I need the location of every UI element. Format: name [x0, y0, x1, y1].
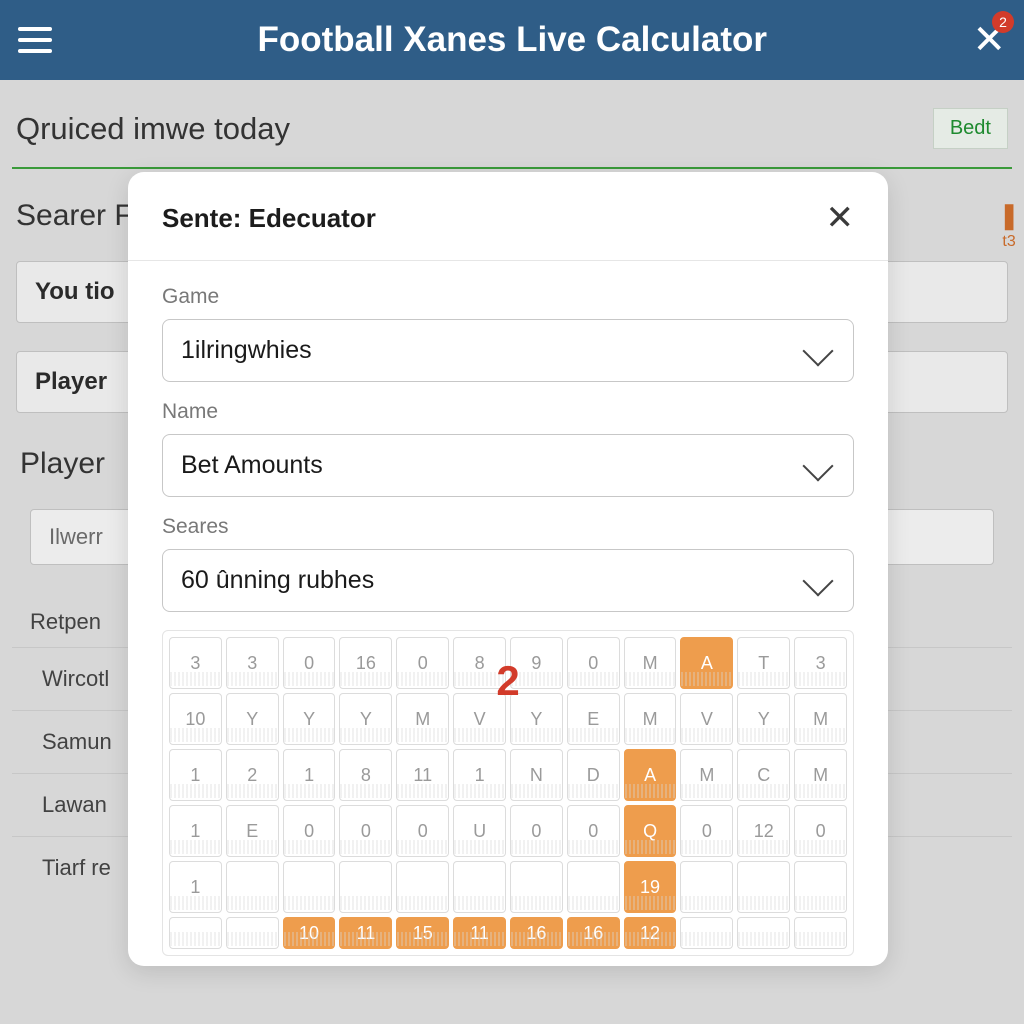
bulb-icon: ❚	[998, 200, 1020, 231]
grid-cell[interactable]	[567, 861, 620, 913]
game-value: 1ilringwhies	[181, 336, 312, 365]
grid-cell[interactable]: 11	[339, 917, 392, 949]
grid-cell[interactable]: 1	[169, 805, 222, 857]
bulb-sub: t3	[998, 233, 1020, 251]
grid-cell[interactable]: 0	[339, 805, 392, 857]
grid-cell[interactable]: M	[680, 749, 733, 801]
grid-cell[interactable]: T	[737, 637, 790, 689]
name-label: Name	[162, 400, 854, 424]
grid-cell[interactable]: D	[567, 749, 620, 801]
chevron-down-icon	[802, 335, 833, 366]
modal-header: Sente: Edecuator ✕	[128, 172, 888, 261]
section-header: Qruiced imwe today Bedt	[12, 80, 1012, 169]
menu-icon[interactable]	[18, 27, 52, 53]
name-select[interactable]: Bet Amounts	[162, 434, 854, 497]
grid-cell[interactable]: 16	[510, 917, 563, 949]
grid-cell[interactable]: Q	[624, 805, 677, 857]
grid-cell[interactable]	[226, 861, 279, 913]
grid-cell[interactable]: Y	[339, 693, 392, 745]
calculator-modal: Sente: Edecuator ✕ Game 1ilringwhies Nam…	[128, 172, 888, 966]
grid-cell[interactable]: A	[680, 637, 733, 689]
grid-cell[interactable]: U	[453, 805, 506, 857]
grid-cell[interactable]: 1	[169, 749, 222, 801]
page-background: Qruiced imwe today Bedt Searer F ❚ t3 Yo…	[0, 80, 1024, 1024]
grid-cell[interactable]: 16	[567, 917, 620, 949]
grid-cell[interactable]: 1	[453, 749, 506, 801]
grid-cell[interactable]: E	[226, 805, 279, 857]
grid-cell[interactable]: E	[567, 693, 620, 745]
grid-cell[interactable]: 0	[510, 805, 563, 857]
grid-cell[interactable]: 15	[396, 917, 449, 949]
grid-cell[interactable]: 0	[567, 637, 620, 689]
grid-cell[interactable]: 12	[624, 917, 677, 949]
grid-cell[interactable]: 10	[283, 917, 336, 949]
grid-cell[interactable]	[680, 917, 733, 949]
grid-cell[interactable]: Y	[226, 693, 279, 745]
big-two-overlay: 2	[496, 657, 519, 705]
grid-cell[interactable]: M	[396, 693, 449, 745]
grid-cell[interactable]	[283, 861, 336, 913]
grid-cell[interactable]: A	[624, 749, 677, 801]
grid-cell[interactable]: 2	[226, 749, 279, 801]
grid-cell[interactable]	[737, 861, 790, 913]
grid-cell[interactable]: M	[624, 637, 677, 689]
grid-cell[interactable]: 3	[169, 637, 222, 689]
game-label: Game	[162, 285, 854, 309]
game-select[interactable]: 1ilringwhies	[162, 319, 854, 382]
app-title: Football Xanes Live Calculator	[52, 20, 972, 60]
grid-cell[interactable]	[680, 861, 733, 913]
grid-cell[interactable]: C	[737, 749, 790, 801]
sidebar-tip[interactable]: ❚ t3	[998, 200, 1020, 251]
grid-cell[interactable]: 0	[680, 805, 733, 857]
grid-cell[interactable]: 12	[737, 805, 790, 857]
grid-cell[interactable]: M	[624, 693, 677, 745]
grid-cell[interactable]: 0	[283, 805, 336, 857]
grid-cell[interactable]: 11	[396, 749, 449, 801]
grid-cell[interactable]: Y	[737, 693, 790, 745]
grid-cell[interactable]	[510, 861, 563, 913]
grid-cell[interactable]: 19	[624, 861, 677, 913]
grid-cell[interactable]	[396, 861, 449, 913]
grid-cell[interactable]	[453, 861, 506, 913]
grid-cell[interactable]: 3	[226, 637, 279, 689]
grid-cell[interactable]: V	[680, 693, 733, 745]
grid-cell[interactable]	[226, 917, 279, 949]
grid-cell[interactable]: 0	[794, 805, 847, 857]
grid-cell[interactable]: Y	[283, 693, 336, 745]
grid-cell[interactable]: 10	[169, 693, 222, 745]
grid-cell[interactable]: 0	[567, 805, 620, 857]
grid-cell[interactable]: 16	[339, 637, 392, 689]
app-header: Football Xanes Live Calculator ✕ 2	[0, 0, 1024, 80]
grid-cell[interactable]: 3	[794, 637, 847, 689]
modal-title: Sente: Edecuator	[162, 203, 376, 234]
number-grid: 2 330160890MAT310YYYMVYEMVYM1218111NDAMC…	[162, 630, 854, 956]
seares-value: 60 ûnning rubhes	[181, 566, 374, 595]
chevron-down-icon	[802, 565, 833, 596]
grid-cell[interactable]	[737, 917, 790, 949]
grid-cell[interactable]: 8	[339, 749, 392, 801]
grid-cell[interactable]: M	[794, 749, 847, 801]
grid-cell[interactable]	[794, 861, 847, 913]
notification-badge: 2	[992, 11, 1014, 33]
seares-select[interactable]: 60 ûnning rubhes	[162, 549, 854, 612]
grid-cell[interactable]: 0	[396, 637, 449, 689]
grid-cell[interactable]: N	[510, 749, 563, 801]
chevron-down-icon	[802, 450, 833, 481]
bedt-button[interactable]: Bedt	[933, 108, 1008, 149]
grid-cell[interactable]: 0	[283, 637, 336, 689]
grid-cell[interactable]	[339, 861, 392, 913]
name-value: Bet Amounts	[181, 451, 323, 480]
grid-cell[interactable]: 1	[169, 861, 222, 913]
close-button[interactable]: ✕ 2	[972, 17, 1006, 63]
modal-close-button[interactable]: ✕	[826, 198, 855, 238]
grid-cell[interactable]: 1	[283, 749, 336, 801]
grid-cell[interactable]: 11	[453, 917, 506, 949]
grid-cell[interactable]: M	[794, 693, 847, 745]
grid-cell[interactable]: 0	[396, 805, 449, 857]
grid-cell[interactable]	[169, 917, 222, 949]
modal-body: Game 1ilringwhies Name Bet Amounts Seare…	[128, 261, 888, 612]
grid-cell[interactable]	[794, 917, 847, 949]
section-title: Qruiced imwe today	[16, 111, 290, 147]
seares-label: Seares	[162, 515, 854, 539]
